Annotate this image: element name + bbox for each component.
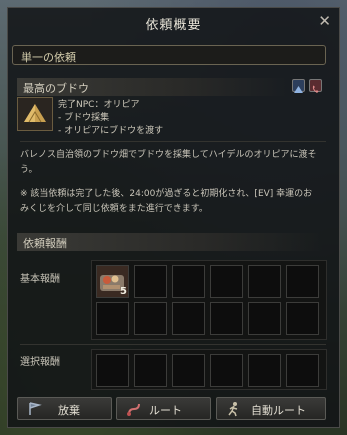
abandon-label: 放棄: [58, 404, 80, 417]
reward-slot[interactable]: [248, 265, 281, 298]
quest-description: バレノス自治領のブドウ畑でブドウを採集してハイデルのオリピアに渡そう。 ※ 該当…: [20, 148, 320, 226]
reward-slot[interactable]: [172, 354, 205, 387]
reward-slot[interactable]: [96, 302, 129, 335]
navigate-icon[interactable]: [292, 79, 305, 93]
abandon-button[interactable]: 放棄: [17, 397, 112, 420]
reward-slot[interactable]: [172, 265, 205, 298]
reward-slot[interactable]: [134, 302, 167, 335]
title-bar[interactable]: 依頼概要 ✕: [8, 8, 339, 36]
basic-reward-label: 基本報酬: [20, 274, 60, 285]
reward-slot[interactable]: [96, 354, 129, 387]
reward-slot[interactable]: [286, 354, 319, 387]
quest-type-bar: 単一の依頼: [12, 45, 326, 65]
complete-npc: 完了NPC：オリピア: [58, 100, 140, 110]
reward-slot[interactable]: [286, 265, 319, 298]
divider: [20, 141, 326, 142]
select-reward-grid: [91, 349, 327, 390]
quest-name: 最高のブドウ: [23, 82, 89, 95]
auto-route-label: 自動ルート: [251, 404, 306, 417]
flag-icon: [29, 402, 42, 415]
description-text: バレノス自治領のブドウ畑でブドウを採集してハイデルのオリピアに渡そう。: [20, 150, 317, 175]
reward-slot[interactable]: [248, 302, 281, 335]
item-quantity: 5: [120, 286, 127, 297]
note-text: ※ 該当依頼は完了した後、24:00が過ぎると初期化され、[EV] 幸運のおみく…: [20, 189, 313, 214]
auto-route-button[interactable]: 自動ルート: [216, 397, 326, 420]
rewards-section-bar: 依頼報酬: [17, 233, 323, 251]
route-label: ルート: [149, 404, 182, 417]
reward-slot[interactable]: 5: [96, 265, 129, 298]
reward-slot[interactable]: [286, 302, 319, 335]
phone-icon[interactable]: [309, 79, 322, 93]
reward-slot[interactable]: [172, 302, 205, 335]
reward-slot[interactable]: [134, 354, 167, 387]
divider: [20, 344, 326, 345]
objective-item: - オリピアにブドウを渡す: [58, 126, 164, 136]
basic-reward-grid: 5: [91, 260, 327, 340]
objective-item: - ブドウ採集: [58, 113, 110, 123]
quest-info: 完了NPC：オリピア - ブドウ採集 - オリピアにブドウを渡す: [58, 99, 163, 138]
window-title: 依頼概要: [145, 18, 202, 33]
reward-slot[interactable]: [210, 302, 243, 335]
route-icon: [127, 403, 140, 416]
rewards-section-title: 依頼報酬: [23, 237, 67, 250]
reward-slot[interactable]: [210, 354, 243, 387]
running-figure-icon: [228, 402, 238, 417]
close-icon[interactable]: ✕: [318, 12, 331, 30]
route-button[interactable]: ルート: [116, 397, 211, 420]
reward-slot[interactable]: [210, 265, 243, 298]
reward-slot[interactable]: [134, 265, 167, 298]
quest-name-bar: 最高のブドウ: [17, 78, 287, 96]
reward-slot[interactable]: [248, 354, 281, 387]
quest-item-icon: [17, 97, 53, 131]
select-reward-label: 選択報酬: [20, 357, 60, 368]
